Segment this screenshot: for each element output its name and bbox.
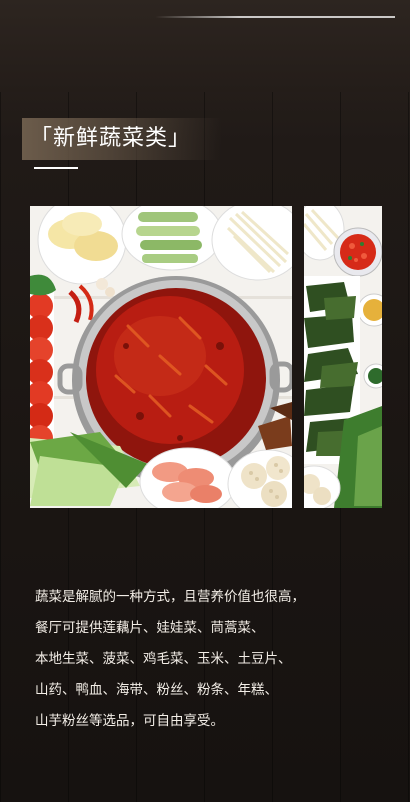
title-underline [34, 167, 78, 169]
description-line: 蔬菜是解腻的一种方式，且营养价值也很高， [35, 589, 305, 605]
description-line: 山芋粉丝等选品，可自由享受。 [35, 713, 224, 729]
section-heading: 「新鲜蔬菜类」 [22, 118, 222, 178]
description-line: 山药、鸭血、海带、粉丝、粉条、年糕、 [35, 682, 278, 698]
description-line: 本地生菜、菠菜、鸡毛菜、玉米、土豆片、 [35, 651, 292, 667]
section-title: 「新鲜蔬菜类」 [30, 126, 192, 151]
description-text: 蔬菜是解腻的一种方式，且营养价值也很高， 餐厅可提供莲藕片、娃娃菜、茼蒿菜、 本… [35, 582, 385, 737]
top-banner [0, 0, 410, 92]
hotpot-photo-side [304, 206, 382, 508]
hotpot-photo-main [30, 206, 292, 508]
description-line: 餐厅可提供莲藕片、娃娃菜、茼蒿菜、 [35, 620, 265, 636]
top-divider-line [155, 16, 395, 18]
